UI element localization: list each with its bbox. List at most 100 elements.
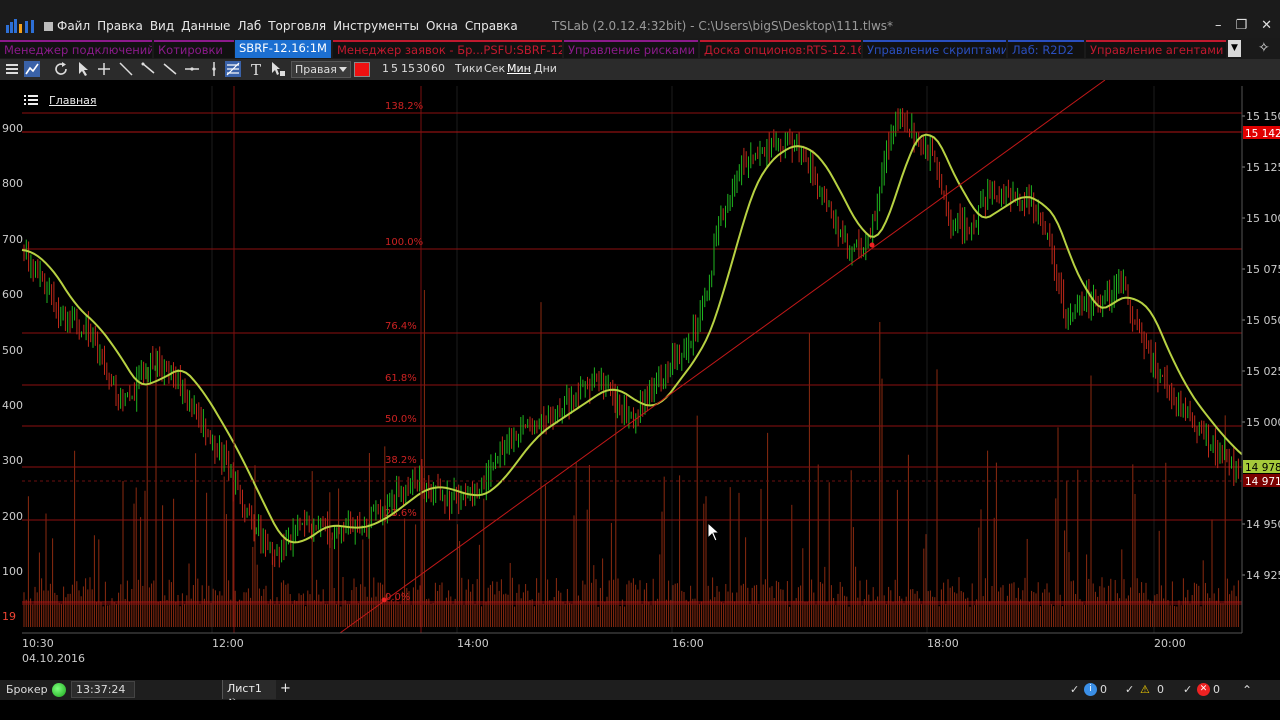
pointer-icon[interactable] bbox=[76, 61, 92, 77]
tab-lab-r2d2[interactable]: Лаб: R2D2 bbox=[1008, 40, 1084, 58]
sheet-tab[interactable]: Лист1 ⎋ bbox=[222, 680, 276, 708]
tab-option-board[interactable]: Доска опционов:RTS-12.16 bbox=[700, 40, 861, 58]
mode-seconds[interactable]: Сек bbox=[484, 62, 505, 75]
menu-view[interactable]: Вид bbox=[150, 19, 174, 35]
menu-edit[interactable]: Правка bbox=[97, 19, 143, 35]
volume-tick-label: 800 bbox=[2, 177, 23, 190]
volume-tick-label: 500 bbox=[2, 344, 23, 357]
refresh-icon[interactable] bbox=[53, 61, 69, 77]
tab-quotes[interactable]: Котировки bbox=[154, 40, 234, 58]
collapse-up-icon[interactable]: ⌃ bbox=[1242, 683, 1252, 697]
timeframe-5[interactable]: 5 bbox=[391, 62, 398, 75]
timeframe-1[interactable]: 1 bbox=[382, 62, 389, 75]
add-sheet-button[interactable]: + bbox=[280, 681, 291, 696]
mode-days[interactable]: Дни bbox=[534, 62, 557, 75]
tab-order-manager[interactable]: Менеджер заявок - Бр...PSFU:SBRF-12.16 bbox=[333, 40, 562, 58]
time-tick-label: 10:30 bbox=[22, 637, 54, 650]
fibonacci-icon[interactable] bbox=[225, 61, 241, 77]
error-icon[interactable]: ✕ bbox=[1197, 683, 1210, 696]
tab-sbrf-chart[interactable]: SBRF-12.16:1M bbox=[235, 40, 331, 58]
direction-select[interactable]: Правая bbox=[291, 61, 351, 78]
volume-tick-label: 300 bbox=[2, 454, 23, 467]
app-logo-icon bbox=[6, 19, 53, 33]
menu-file[interactable]: Файл bbox=[57, 19, 90, 35]
warning-icon[interactable]: ⚠ bbox=[1140, 683, 1150, 696]
tools-icon[interactable]: ✧ bbox=[1258, 40, 1274, 56]
menu-help[interactable]: Справка bbox=[465, 19, 518, 35]
tab-script-management[interactable]: Управление скриптами bbox=[863, 40, 1006, 58]
home-link[interactable]: Главная bbox=[49, 94, 97, 107]
draw-color-swatch[interactable] bbox=[354, 62, 370, 77]
fibonacci-level-label: 23.6% bbox=[385, 508, 417, 519]
timeframe-30[interactable]: 30 bbox=[416, 62, 430, 75]
tabs-overflow-button[interactable]: ▼ bbox=[1228, 40, 1241, 57]
check-icon: ✓ bbox=[1183, 683, 1193, 696]
price-chart[interactable]: 138.2%100.0%76.4%61.8%50.0%38.2%23.6%0.0… bbox=[0, 80, 1280, 662]
svg-text:T: T bbox=[251, 61, 261, 77]
segment-icon[interactable] bbox=[162, 61, 178, 77]
bottom-strip bbox=[0, 700, 1280, 720]
time-tick-label: 14:00 bbox=[457, 637, 489, 650]
layers-icon[interactable] bbox=[4, 61, 20, 77]
fibonacci-level-label: 100.0% bbox=[385, 237, 423, 248]
menu-tools[interactable]: Инструменты bbox=[333, 19, 419, 35]
check-icon: ✓ bbox=[1125, 683, 1135, 696]
check-icon: ✓ bbox=[1070, 683, 1080, 696]
tab-connection-manager[interactable]: Менеджер подключений bbox=[0, 40, 152, 58]
error-count: 0 bbox=[1213, 683, 1220, 696]
volume-tick-label: 200 bbox=[2, 510, 23, 523]
price-tick-label: 15 075 bbox=[1246, 263, 1280, 276]
tab-risk-management[interactable]: Управление рисками bbox=[564, 40, 698, 58]
menu-windows[interactable]: Окна bbox=[426, 19, 458, 35]
menu-data[interactable]: Данные bbox=[181, 19, 230, 35]
window-title: TSLab (2.0.12.4:32bit) - C:\Users\bigS\D… bbox=[552, 19, 894, 33]
list-icon[interactable] bbox=[24, 94, 38, 107]
cursor-settings-icon[interactable] bbox=[270, 61, 286, 77]
menu-lab[interactable]: Лаб bbox=[237, 19, 261, 35]
price-tick-label: 15 125 bbox=[1246, 161, 1280, 174]
fibonacci-level-label: 38.2% bbox=[385, 455, 417, 466]
close-icon[interactable]: ✕ bbox=[1261, 18, 1272, 33]
price-tick-label: 15 150 bbox=[1246, 110, 1280, 123]
mode-ticks[interactable]: Тики bbox=[455, 62, 483, 75]
info-icon[interactable]: i bbox=[1084, 683, 1097, 696]
fibonacci-level-label: 138.2% bbox=[385, 101, 423, 112]
date-label: 04.10.2016 bbox=[22, 652, 85, 662]
chart-grid bbox=[22, 86, 1242, 633]
broker-status-indicator bbox=[52, 683, 66, 697]
document-tabs: Менеджер подключений Котировки SBRF-12.1… bbox=[0, 38, 1280, 59]
fibonacci-level-label: 61.8% bbox=[385, 373, 417, 384]
text-tool-icon[interactable]: T bbox=[248, 61, 264, 77]
minimize-icon[interactable]: – bbox=[1215, 18, 1222, 33]
maximize-icon[interactable]: ❐ bbox=[1235, 18, 1247, 33]
warning-count: 0 bbox=[1157, 683, 1164, 696]
chart-area[interactable]: 138.2% 100.0% 76.4% 61.8% 50.0% 38.2% 23.6% 0.0… bbox=[0, 80, 1280, 662]
plot-background bbox=[22, 86, 1242, 633]
price-badge-label: 15 142 bbox=[1245, 128, 1280, 140]
timeframe-15[interactable]: 15 bbox=[401, 62, 415, 75]
main-menu: Файл Правка Вид Данные Лаб Торговля Инст… bbox=[57, 19, 525, 35]
fibonacci-level-label: 50.0% bbox=[385, 414, 417, 425]
menu-trading[interactable]: Торговля bbox=[268, 19, 326, 35]
mode-minutes[interactable]: Мин bbox=[507, 62, 531, 75]
mouse-cursor-icon bbox=[707, 522, 721, 542]
trend-line-anchor bbox=[381, 597, 387, 603]
volume-tick-label: 400 bbox=[2, 399, 23, 412]
info-count: 0 bbox=[1100, 683, 1107, 696]
volume-tick-label: 900 bbox=[2, 122, 23, 135]
price-tick-label: 14 950 bbox=[1246, 518, 1280, 531]
tab-agent-management[interactable]: Управление агентами bbox=[1086, 40, 1226, 58]
volume-tick-label: 700 bbox=[2, 233, 23, 246]
time-tick-label: 20:00 bbox=[1154, 637, 1186, 650]
chart-mode-icon[interactable] bbox=[24, 61, 40, 77]
ray-icon[interactable] bbox=[140, 61, 156, 77]
timeframe-60[interactable]: 60 bbox=[431, 62, 445, 75]
broker-label: Брокер bbox=[6, 683, 48, 696]
price-badge-label: 14 971 bbox=[1245, 476, 1280, 488]
trendline-icon[interactable] bbox=[118, 61, 134, 77]
time-tick-label: 18:00 bbox=[927, 637, 959, 650]
vertical-line-icon[interactable] bbox=[206, 61, 222, 77]
volume-tick-label: 19 bbox=[2, 610, 16, 623]
crosshair-icon[interactable] bbox=[96, 61, 112, 77]
horizontal-line-icon[interactable] bbox=[184, 61, 200, 77]
